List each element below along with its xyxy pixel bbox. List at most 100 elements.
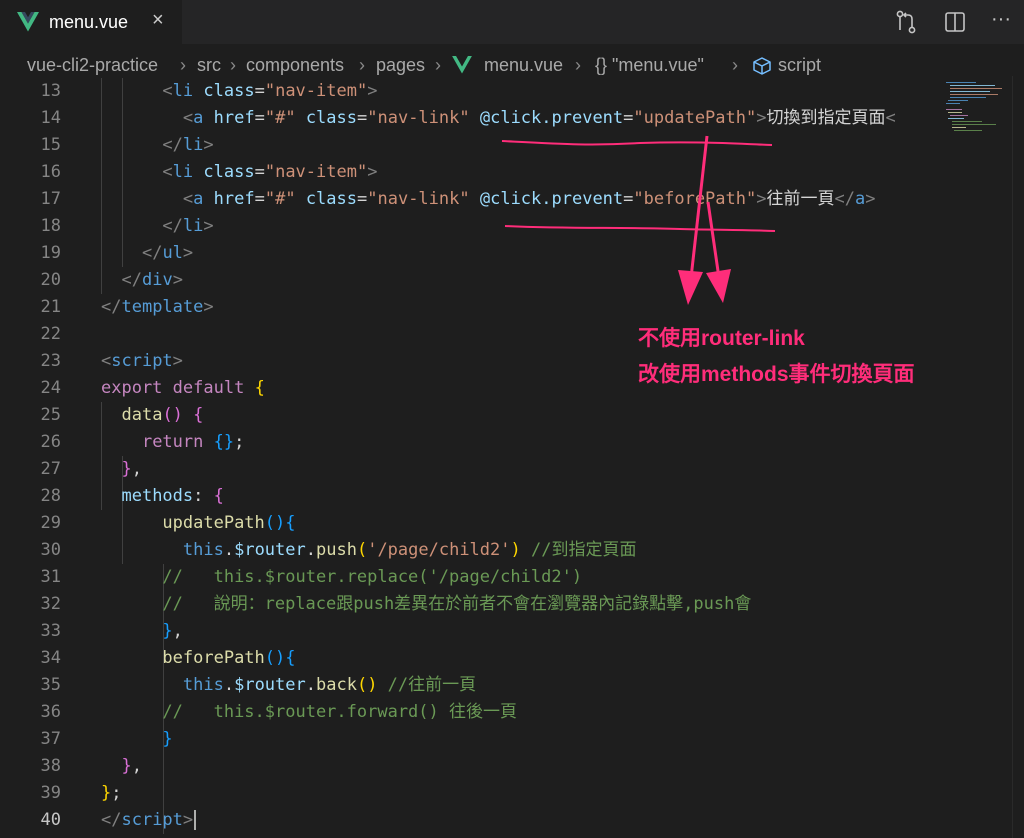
code-line[interactable]: 31 // this.$router.replace('/page/child2…	[0, 564, 942, 591]
code-token: (	[356, 540, 368, 560]
code-token: }	[162, 621, 173, 641]
tab-menu-vue[interactable]: menu.vue ×	[0, 0, 182, 44]
breadcrumb-item-components[interactable]: components	[246, 55, 344, 76]
code-token: li	[182, 135, 204, 155]
code-line[interactable]: 20 </div>	[0, 267, 942, 294]
code-token: )	[510, 540, 521, 560]
code-line[interactable]: 32 // 說明：replace跟push差異在於前者不會在瀏覽器內記錄點擊,p…	[0, 591, 942, 618]
code-token: class	[203, 81, 255, 101]
code-line[interactable]: 21 </template>	[0, 294, 942, 321]
code-line[interactable]: 40 </script>	[0, 807, 942, 834]
code-line[interactable]: 35 this.$router.back() //往前一頁	[0, 672, 942, 699]
breadcrumb-item-script[interactable]: script	[778, 55, 821, 76]
breadcrumb-item-src[interactable]: src	[197, 55, 221, 76]
code-editor[interactable]: 13 <li class="nav-item"> 14 <a href="#" c…	[0, 76, 942, 838]
code-text: </li>	[101, 132, 213, 159]
tab-close-icon[interactable]: ×	[152, 9, 164, 32]
code-token: >	[172, 270, 183, 290]
line-number: 37	[40, 729, 61, 749]
line-number: 25	[40, 405, 61, 425]
annotation-text-line1: 不使用router-link	[638, 327, 805, 350]
code-line[interactable]: 29 updatePath(){	[0, 510, 942, 537]
code-text: },	[101, 618, 183, 645]
source-control-compare-icon[interactable]	[895, 10, 917, 34]
code-text: </div>	[101, 267, 183, 294]
breadcrumb-item-file[interactable]: menu.vue	[484, 55, 563, 76]
code-token: "updatePath"	[633, 108, 757, 128]
code-token: >	[367, 81, 378, 101]
code-line[interactable]: 17 <a href="#" class="nav-link" @click.p…	[0, 186, 942, 213]
code-token: script	[111, 351, 173, 371]
code-token: back	[316, 675, 357, 695]
breadcrumb-item-module[interactable]: {} "menu.vue"	[595, 55, 704, 76]
code-line[interactable]: 19 </ul>	[0, 240, 942, 267]
breadcrumb-item-pages[interactable]: pages	[376, 55, 425, 76]
code-token: href	[213, 189, 255, 209]
code-token: </	[101, 810, 122, 830]
breadcrumb-item-project[interactable]: vue-cli2-practice	[27, 55, 158, 76]
code-token: @click.prevent	[479, 108, 624, 128]
code-line[interactable]: 14 <a href="#" class="nav-link" @click.p…	[0, 105, 942, 132]
code-token: template	[121, 297, 204, 317]
code-token: (){	[264, 648, 296, 668]
code-token: <	[182, 108, 194, 128]
code-line[interactable]: 33 },	[0, 618, 942, 645]
split-editor-icon[interactable]	[944, 10, 966, 34]
code-line[interactable]: 36 // this.$router.forward() 往後一頁	[0, 699, 942, 726]
code-token: "beforePath"	[633, 189, 757, 209]
code-line[interactable]: 18 </li>	[0, 213, 942, 240]
code-token: >	[865, 189, 876, 209]
vue-file-icon	[452, 56, 472, 74]
code-token: class	[305, 108, 357, 128]
code-line[interactable]: 15 </li>	[0, 132, 942, 159]
code-line[interactable]: 30 this.$router.push('/page/child2') //到…	[0, 537, 942, 564]
code-token: >	[756, 189, 767, 209]
code-line[interactable]: 39};	[0, 780, 942, 807]
code-token: {	[193, 405, 204, 425]
text-cursor	[194, 810, 197, 830]
code-token: class	[305, 189, 357, 209]
line-number: 27	[40, 459, 61, 479]
line-number: 33	[40, 621, 61, 641]
code-token: </	[141, 243, 163, 263]
code-token: =	[254, 162, 265, 182]
code-line[interactable]: 27 },	[0, 456, 942, 483]
code-line[interactable]: 28 methods: {	[0, 483, 942, 510]
code-token: updatePath	[162, 513, 265, 533]
code-text: },	[101, 456, 142, 483]
code-token: =	[357, 189, 368, 209]
code-text: <li class="nav-item">	[101, 78, 377, 105]
code-text: </ul>	[101, 240, 193, 267]
code-line[interactable]: 16 <li class="nav-item">	[0, 159, 942, 186]
code-text: }	[101, 726, 172, 753]
minimap[interactable]	[942, 76, 1012, 156]
chevron-right-icon: ›	[575, 55, 581, 75]
code-text: // this.$router.forward() 往後一頁	[101, 699, 517, 726]
code-line[interactable]: 13 <li class="nav-item">	[0, 78, 942, 105]
code-text: // 說明：replace跟push差異在於前者不會在瀏覽器內記錄點擊,push…	[101, 591, 751, 618]
code-token: push	[316, 540, 357, 560]
code-line[interactable]: 38 },	[0, 753, 942, 780]
code-text: methods: {	[101, 483, 223, 510]
more-actions-icon[interactable]: ···	[991, 8, 1011, 31]
code-line[interactable]: 37 }	[0, 726, 942, 753]
code-line[interactable]: 34 beforePath(){	[0, 645, 942, 672]
code-line[interactable]: 25 data() {	[0, 402, 942, 429]
code-token: ,	[131, 459, 142, 479]
code-token: beforePath	[162, 648, 265, 668]
line-number: 18	[40, 216, 61, 236]
vertical-scrollbar[interactable]	[1012, 76, 1024, 838]
code-line[interactable]: 26 return {};	[0, 429, 942, 456]
